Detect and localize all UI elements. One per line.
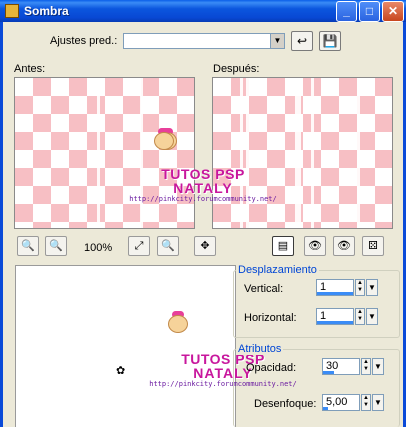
- horizontal-dropdown[interactable]: ▼: [366, 308, 378, 325]
- before-label: Antes:: [14, 63, 46, 75]
- zoom-actual-icon: 🔍: [161, 240, 175, 252]
- zoom-out-button[interactable]: 🔍: [17, 236, 39, 256]
- horizontal-label: Horizontal:: [244, 312, 297, 324]
- watermark-line2: NATALY: [173, 180, 233, 196]
- vertical-label: Vertical:: [244, 283, 284, 295]
- horizontal-field[interactable]: 1: [316, 308, 354, 325]
- displacement-title: Desplazamiento: [236, 264, 319, 276]
- crosshair-icon: ✿: [116, 365, 126, 377]
- window-title: Sombra: [24, 4, 69, 18]
- zoom-in-icon: 🔍: [49, 240, 63, 252]
- eye-icon: 👁: [337, 240, 351, 252]
- blur-dropdown[interactable]: ▼: [372, 394, 384, 411]
- move-icon: ✥: [200, 240, 210, 252]
- opacity-dropdown[interactable]: ▼: [372, 358, 384, 375]
- zoom-in-button[interactable]: 🔍: [45, 236, 67, 256]
- blur-spinner[interactable]: ▲ ▼: [361, 394, 371, 411]
- undo-arrow-icon: ↩: [296, 34, 308, 48]
- eye-icon: 👁: [308, 240, 322, 252]
- attributes-title: Atributos: [236, 343, 284, 355]
- horizontal-spinner[interactable]: ▲ ▼: [355, 308, 365, 325]
- fit-window-icon: ⤢: [134, 240, 144, 252]
- save-preset-button[interactable]: 💾: [319, 31, 341, 51]
- app-icon: [5, 4, 19, 18]
- after-label: Después:: [213, 63, 260, 75]
- reset-preset-button[interactable]: ↩: [291, 31, 313, 51]
- proof-button[interactable]: 👁: [333, 236, 355, 256]
- blur-field[interactable]: 5,00: [322, 394, 360, 411]
- zoom-out-icon: 🔍: [21, 240, 35, 252]
- vertical-field[interactable]: 1: [316, 279, 354, 296]
- presets-select[interactable]: ▼: [123, 33, 285, 49]
- blur-value: 5,00: [326, 396, 348, 408]
- close-button[interactable]: ✕: [382, 1, 404, 22]
- opacity-field[interactable]: 30: [322, 358, 360, 375]
- zoom-level: 100%: [84, 242, 113, 254]
- opacity-spinner[interactable]: ▲ ▼: [361, 358, 371, 375]
- zoom-actual-button[interactable]: 🔍: [157, 236, 179, 256]
- offset-canvas[interactable]: ✿: [15, 265, 236, 427]
- preview-layout-button[interactable]: ▤: [272, 236, 294, 256]
- move-preview-button[interactable]: ✥: [194, 236, 216, 256]
- preview-watermark: TUTOS PSP NATALY http://pinkcity.forumco…: [128, 167, 278, 204]
- fit-window-button[interactable]: ⤢: [128, 236, 150, 256]
- opacity-label: Opacidad:: [246, 362, 297, 374]
- vertical-spinner[interactable]: ▲ ▼: [355, 279, 365, 296]
- maximize-button[interactable]: □: [359, 1, 380, 22]
- chevron-down-icon[interactable]: ▼: [270, 34, 284, 48]
- presets-value: [124, 34, 127, 46]
- show-original-button[interactable]: 👁: [304, 236, 326, 256]
- after-preview: [212, 77, 393, 229]
- title-bar: Sombra _ □ ✕: [0, 0, 406, 22]
- floppy-disk-icon: 💾: [322, 34, 338, 48]
- randomize-button[interactable]: ⚄: [362, 236, 384, 256]
- blur-label: Desenfoque:: [254, 398, 317, 410]
- watermark-url: http://pinkcity.forumcommunity.net/: [129, 195, 277, 203]
- doll-icon: [152, 128, 176, 154]
- doll-icon: [166, 311, 190, 337]
- minimize-button[interactable]: _: [336, 1, 357, 22]
- vertical-dropdown[interactable]: ▼: [366, 279, 378, 296]
- presets-label: Ajustes pred.:: [50, 35, 118, 47]
- dice-icon: ⚄: [368, 240, 378, 252]
- layout-icon: ▤: [277, 240, 289, 252]
- watermark-line1: TUTOS PSP: [161, 166, 245, 182]
